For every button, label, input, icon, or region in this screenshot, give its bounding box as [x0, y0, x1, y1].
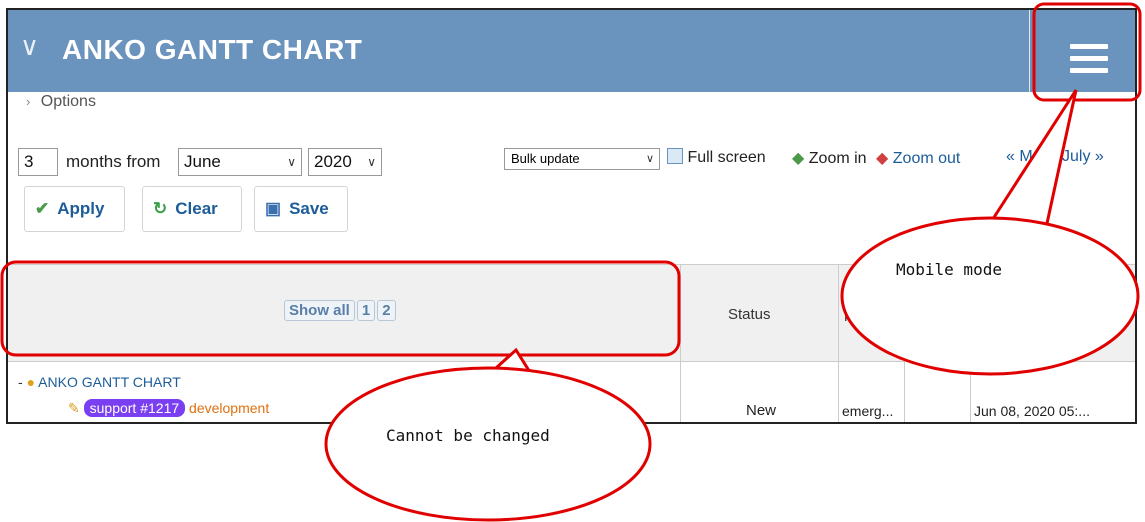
apply-label: Apply — [57, 199, 105, 218]
zoom-in-icon: ◆ — [792, 150, 805, 167]
full-screen-icon — [667, 148, 683, 164]
issue-label: development — [189, 400, 270, 416]
full-screen-label: Full screen — [687, 149, 766, 166]
floppy-icon: ▣ — [265, 199, 282, 218]
issue-status: New — [746, 402, 777, 419]
mobile-mode-annotation: Mobile mode — [896, 260, 1002, 279]
issue-row[interactable]: ✎ support #1217 development — [68, 399, 269, 417]
issue-badge[interactable]: support #1217 — [83, 399, 186, 417]
zoom-in-label: Zoom in — [808, 150, 867, 167]
column-divider — [970, 360, 971, 422]
pager: Show all 1 2 — [284, 300, 398, 321]
chevron-down-icon: ∨ — [367, 155, 376, 169]
column-divider — [904, 360, 905, 422]
prev-month-link[interactable]: « M — [1006, 148, 1033, 166]
pager-show-all[interactable]: Show all — [284, 300, 355, 321]
full-screen-link[interactable]: Full screen — [667, 148, 766, 167]
checkmark-icon: ✔ — [35, 199, 50, 218]
months-input[interactable]: 3 — [18, 148, 58, 176]
gantt-panel: ∨ ANKO GANTT CHART › Options 3 months fr… — [6, 8, 1137, 424]
zoom-out-label: Zoom out — [892, 150, 961, 167]
year-select[interactable]: 2020 ∨ — [308, 148, 382, 176]
zoom-out-link[interactable]: ◆ Zoom out — [876, 148, 960, 168]
pager-page-2[interactable]: 2 — [377, 300, 396, 321]
chevron-right-icon: › — [26, 94, 31, 109]
months-from-label: months from — [66, 152, 161, 171]
save-button[interactable]: ▣ Save — [254, 186, 348, 232]
year-select-value: 2020 — [314, 152, 352, 171]
month-select[interactable]: June ∨ — [178, 148, 302, 176]
apply-button[interactable]: ✔ Apply — [24, 186, 125, 232]
issue-icon: ✎ — [68, 400, 80, 416]
chevron-down-icon: ∨ — [287, 155, 296, 169]
project-row[interactable]: - ● ANKO GANTT CHART — [18, 374, 181, 390]
project-icon: ● — [26, 374, 36, 390]
options-toggle[interactable]: › Options — [26, 93, 96, 111]
collapse-minus-icon: - — [18, 374, 23, 390]
bulk-update-select[interactable]: Bulk update ∨ — [504, 148, 660, 170]
clear-label: Clear — [175, 199, 218, 218]
month-select-value: June — [184, 152, 221, 171]
zoom-out-icon: ◆ — [876, 150, 889, 167]
chevron-down-icon: ∨ — [645, 153, 654, 165]
page-title: ANKO GANTT CHART — [62, 34, 363, 65]
column-divider — [680, 264, 681, 422]
hamburger-menu-icon[interactable] — [1070, 44, 1108, 80]
issue-date: Jun 08, 2020 05:... — [974, 403, 1090, 419]
next-month-link[interactable]: July » — [1062, 148, 1104, 166]
status-column-header[interactable]: Status — [728, 306, 771, 323]
cannot-change-annotation: Cannot be changed — [386, 426, 550, 445]
reload-icon: ↻ — [153, 199, 168, 218]
header-divider — [1029, 10, 1030, 92]
options-label: Options — [40, 93, 96, 110]
partial-column-header: F — [844, 308, 853, 324]
project-name: ANKO GANTT CHART — [38, 374, 181, 390]
save-label: Save — [289, 199, 329, 218]
issue-priority: emerg... — [842, 403, 894, 419]
app-header: ∨ ANKO GANTT CHART — [8, 10, 1135, 92]
pager-page-1[interactable]: 1 — [356, 300, 376, 321]
clear-button[interactable]: ↻ Clear — [142, 186, 242, 232]
column-divider — [838, 264, 839, 422]
bulk-update-value: Bulk update — [511, 151, 580, 166]
zoom-in-link[interactable]: ◆ Zoom in — [792, 148, 867, 168]
collapse-chevron-icon[interactable]: ∨ — [20, 32, 39, 62]
